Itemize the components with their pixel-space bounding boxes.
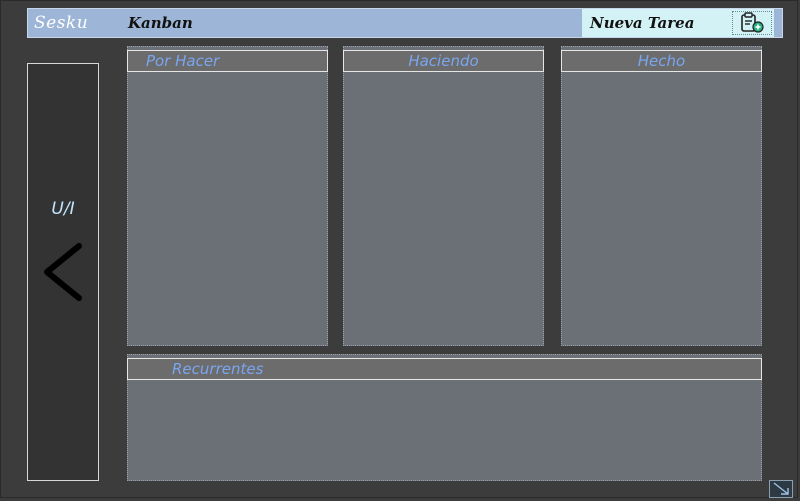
resize-handle[interactable] xyxy=(769,480,793,498)
recurrent-header: Recurrentes xyxy=(127,358,762,380)
app-title: Sesku xyxy=(34,13,89,33)
side-panel[interactable]: U/I xyxy=(27,63,99,481)
column-header-por-hacer: Por Hacer xyxy=(127,50,328,72)
side-panel-label: U/I xyxy=(51,199,75,219)
header-bar: Sesku Kanban Nueva Tarea xyxy=(27,8,783,38)
clipboard-add-icon[interactable] xyxy=(732,11,772,35)
column-header-hecho: Hecho xyxy=(561,50,762,72)
column-header-haciendo: Haciendo xyxy=(343,50,544,72)
chevron-left-icon[interactable] xyxy=(41,242,85,306)
view-title: Kanban xyxy=(128,14,193,32)
new-task-button[interactable]: Nueva Tarea xyxy=(582,9,774,37)
column-por-hacer[interactable]: Por Hacer xyxy=(127,46,328,346)
recurrent-panel[interactable]: Recurrentes xyxy=(127,354,762,481)
column-haciendo[interactable]: Haciendo xyxy=(343,46,544,346)
new-task-label[interactable]: Nueva Tarea xyxy=(590,14,694,32)
resize-arrow-icon xyxy=(773,482,789,495)
column-hecho[interactable]: Hecho xyxy=(561,46,762,346)
